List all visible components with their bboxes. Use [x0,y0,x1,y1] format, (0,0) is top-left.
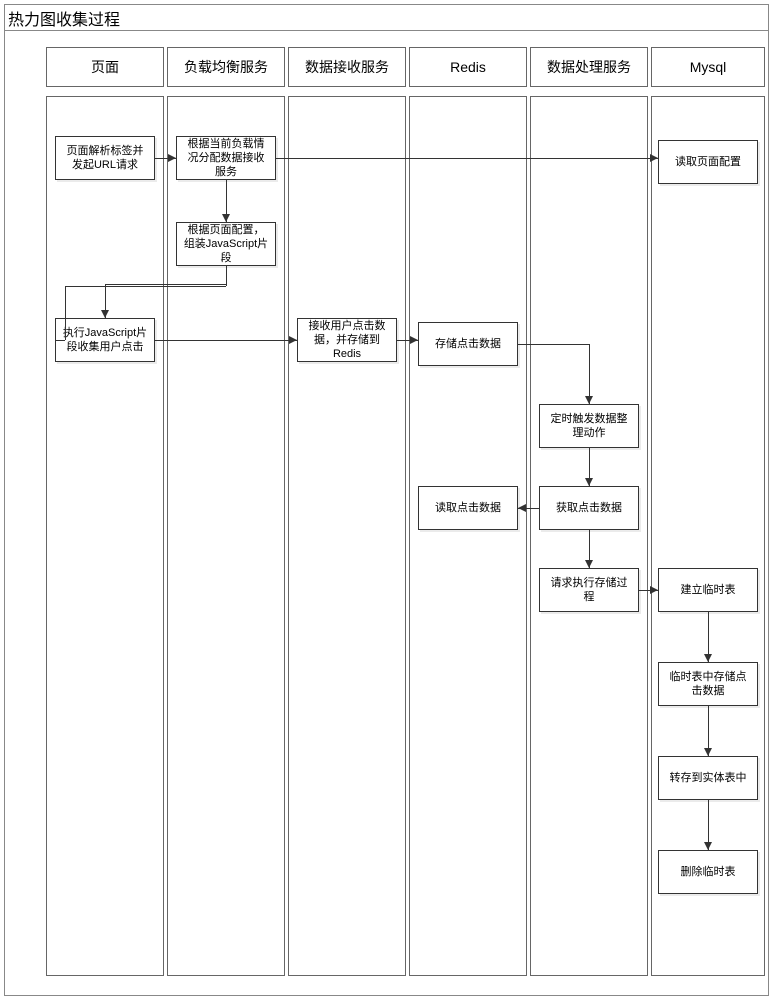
node-label: 存储点击数据 [435,337,501,351]
node-n15: 删除临时表 [658,850,758,894]
node-n12: 建立临时表 [658,568,758,612]
node-n7: 存储点击数据 [418,322,518,366]
edge-n2-n3-head [650,154,658,162]
lane-body-redis [409,96,527,976]
node-label: 读取点击数据 [435,501,501,515]
edge-n4-n5-b [65,286,226,287]
lane-label: 页面 [91,57,119,77]
lane-label: 数据处理服务 [547,57,631,77]
node-n5: 执行JavaScript片段收集用户点击 [55,318,155,362]
node-n9: 获取点击数据 [539,486,639,530]
edge-n1-n2-head [168,154,176,162]
node-n3: 读取页面配置 [658,140,758,184]
node-label: 读取页面配置 [675,155,741,169]
node-n11: 请求执行存储过程 [539,568,639,612]
node-n6: 接收用户点击数据，并存储到Redis [297,318,397,362]
node-n13: 临时表中存储点击数据 [658,662,758,706]
node-label: 临时表中存储点击数据 [665,670,751,699]
title-divider [4,30,769,31]
edge-n7-n8-h [518,344,589,345]
node-label: 页面解析标签并发起URL请求 [62,144,148,173]
edge-n5-n6 [155,340,297,341]
edge45-v1 [226,266,227,284]
edge-n2-n3 [276,158,658,159]
lane-label: Mysql [690,59,727,75]
lane-header-lb: 负载均衡服务 [167,47,285,87]
node-label: 获取点击数据 [556,501,622,515]
node-label: 根据当前负载情况分配数据接收服务 [183,137,269,180]
lane-label: Redis [450,59,486,75]
edge-n7-n8-head [585,396,593,404]
lane-body-recv [288,96,406,976]
edge-n9-n10-head [518,504,526,512]
lane-header-proc: 数据处理服务 [530,47,648,87]
lane-header-recv: 数据接收服务 [288,47,406,87]
lane-header-redis: Redis [409,47,527,87]
edge45-head [101,310,109,318]
node-label: 建立临时表 [681,583,736,597]
node-n10: 读取点击数据 [418,486,518,530]
edge-n11-n12-head [650,586,658,594]
edge-n14-n15-head [704,842,712,850]
diagram-title: 热力图收集过程 [8,6,120,30]
edge-n4-n5-d [55,340,65,341]
node-n1: 页面解析标签并发起URL请求 [55,136,155,180]
node-n2: 根据当前负载情况分配数据接收服务 [176,136,276,180]
edge-n9-n11-head [585,560,593,568]
node-label: 接收用户点击数据，并存储到Redis [304,319,390,362]
lane-body-page [46,96,164,976]
edge-n6-n7-head [410,336,418,344]
edge-n7-n8-v [589,344,590,404]
node-n8: 定时触发数据整理动作 [539,404,639,448]
lane-label: 数据接收服务 [305,57,389,77]
node-label: 执行JavaScript片段收集用户点击 [62,326,148,355]
lane-header-page: 页面 [46,47,164,87]
node-label: 转存到实体表中 [670,771,747,785]
node-label: 请求执行存储过程 [546,576,632,605]
node-n14: 转存到实体表中 [658,756,758,800]
node-n4: 根据页面配置，组装JavaScript片段 [176,222,276,266]
node-label: 删除临时表 [681,865,736,879]
node-label: 根据页面配置，组装JavaScript片段 [183,223,269,266]
edge-n8-n9-head [585,478,593,486]
edge-n4-n5-c [65,286,66,340]
edge-n12-n13-head [704,654,712,662]
edge-n2-n4-head [222,214,230,222]
edge45-h [105,284,226,285]
edge-n5-n6-head [289,336,297,344]
lane-header-mysql: Mysql [651,47,765,87]
node-label: 定时触发数据整理动作 [546,412,632,441]
lane-label: 负载均衡服务 [184,57,268,77]
edge-n13-n14-head [704,748,712,756]
